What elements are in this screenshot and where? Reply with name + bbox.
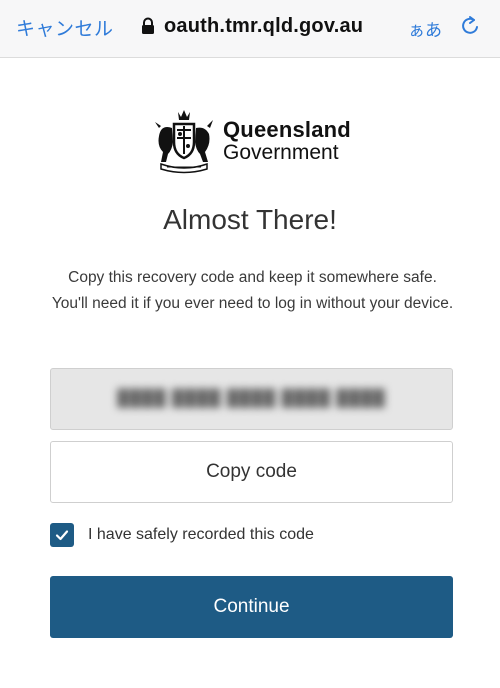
page-title: Almost There! bbox=[163, 204, 337, 235]
continue-button[interactable]: Continue bbox=[50, 576, 453, 638]
logo-wordmark: Queensland Government bbox=[223, 118, 351, 163]
checkmark-icon bbox=[55, 530, 69, 541]
text-size-button[interactable]: ぁあ bbox=[408, 16, 442, 41]
confirm-recorded-checkbox[interactable] bbox=[50, 523, 74, 547]
confirm-recorded-label: I have safely recorded this code bbox=[88, 526, 314, 543]
recovery-code-field[interactable]: ████ ████ ████ ████ ████ bbox=[50, 368, 453, 430]
copy-code-button[interactable]: Copy code bbox=[50, 441, 453, 503]
logo-line-queensland: Queensland bbox=[223, 117, 351, 143]
browser-toolbar: キャンセル oauth.tmr.qld.gov.au ぁあ bbox=[0, 0, 500, 58]
cancel-button[interactable]: キャンセル bbox=[16, 14, 114, 41]
page-description: Copy this recovery code and keep it some… bbox=[51, 269, 454, 312]
confirm-recorded-row[interactable]: I have safely recorded this code bbox=[50, 522, 314, 548]
reload-icon[interactable] bbox=[458, 14, 482, 38]
lock-icon bbox=[142, 17, 154, 34]
recovery-code-value: ████ ████ ████ ████ ████ bbox=[117, 390, 386, 407]
queensland-government-logo: Queensland Government bbox=[153, 106, 353, 176]
queensland-crest-icon bbox=[155, 110, 213, 174]
logo-line-government: Government bbox=[223, 140, 339, 164]
address-bar[interactable]: oauth.tmr.qld.gov.au bbox=[140, 12, 363, 40]
url-text: oauth.tmr.qld.gov.au bbox=[164, 14, 364, 37]
